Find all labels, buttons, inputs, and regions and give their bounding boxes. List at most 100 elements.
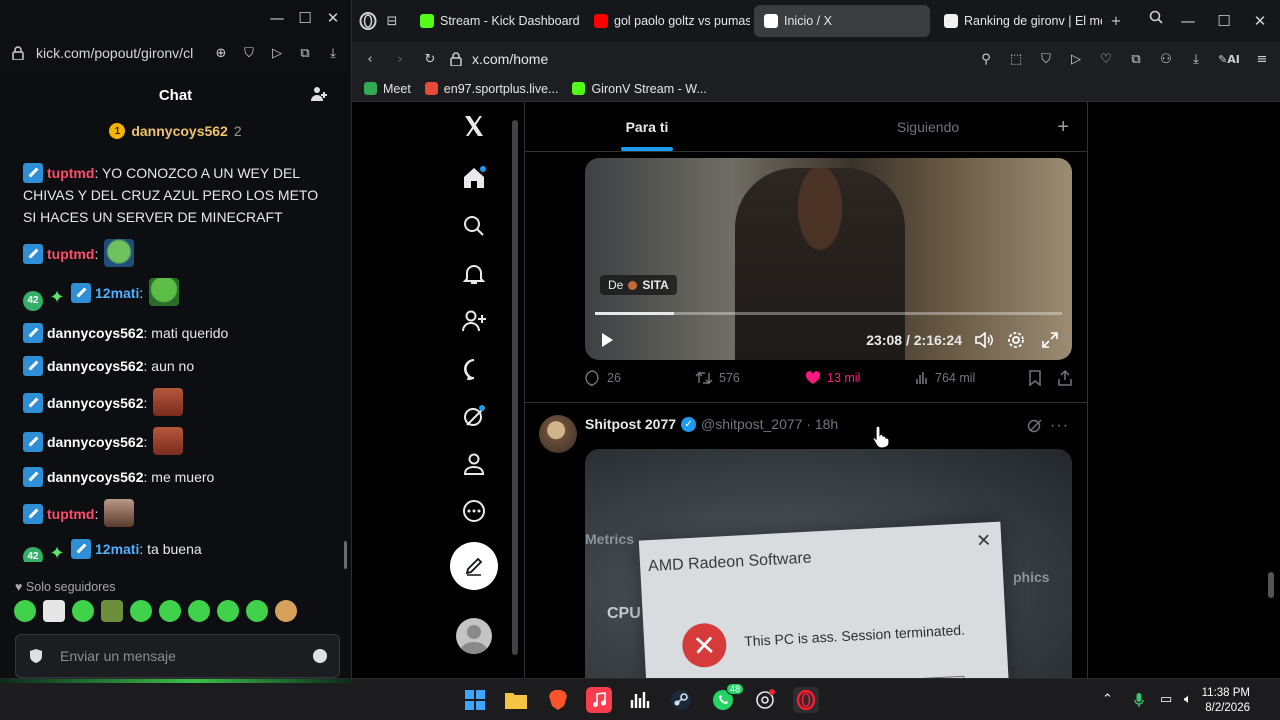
right-scrollbar[interactable] xyxy=(1268,572,1274,598)
address-text[interactable]: x.com/home xyxy=(472,51,548,67)
send-icon[interactable]: ▷ xyxy=(267,43,287,63)
chat-username[interactable]: 12mati xyxy=(95,541,139,557)
bookmark-icon[interactable] xyxy=(1028,370,1042,386)
browser-tab[interactable]: Ranking de gironv | El me xyxy=(934,5,1102,37)
emote-hand[interactable] xyxy=(43,600,65,622)
chat-username[interactable]: dannycoys562 xyxy=(47,395,144,411)
emote-wink[interactable] xyxy=(246,600,268,622)
compose-button[interactable] xyxy=(450,542,498,590)
gamepad-icon[interactable]: ⊟ xyxy=(382,11,402,31)
maximize-button[interactable]: ☐ xyxy=(291,4,319,32)
add-tab-icon[interactable]: + xyxy=(1057,116,1069,139)
search-icon[interactable] xyxy=(460,212,488,240)
minimize-button[interactable]: — xyxy=(263,4,291,32)
chat-username[interactable]: 12mati xyxy=(95,285,139,301)
like-button[interactable]: 13 mil xyxy=(805,370,915,386)
video-progress-bar[interactable] xyxy=(595,312,1062,315)
pin-icon[interactable]: ⚲ xyxy=(976,49,996,69)
home-icon[interactable] xyxy=(460,164,488,192)
chat-username[interactable]: dannycoys562 xyxy=(47,469,144,485)
post-media[interactable]: Metrics CPU phics AMD Radeon Software ✕ … xyxy=(585,449,1072,689)
back-icon[interactable]: ‹ xyxy=(360,49,380,69)
start-icon[interactable] xyxy=(462,687,488,713)
browser-tab[interactable]: Stream - Kick Dashboard xyxy=(410,5,580,37)
post-item[interactable]: Shitpost 2077 ✓ @shitpost_2077 · 18h ···… xyxy=(525,402,1087,689)
bookmark-item[interactable]: GironV Stream - W... xyxy=(572,82,707,96)
browser-tab[interactable]: Inicio / X xyxy=(754,5,930,37)
maximize-button[interactable]: ☐ xyxy=(1210,7,1238,35)
pinned-gifter[interactable]: 1 dannycoys562 2 xyxy=(0,116,351,146)
chat-message-input[interactable] xyxy=(60,648,297,664)
network-icon[interactable]: ▭ xyxy=(1160,692,1172,707)
shield-icon[interactable]: ⛉ xyxy=(239,43,259,63)
notifications-icon[interactable] xyxy=(460,260,488,288)
download-icon[interactable]: ⤓ xyxy=(1186,49,1206,69)
more-icon[interactable] xyxy=(460,497,488,525)
opera-icon[interactable] xyxy=(358,11,378,31)
reload-icon[interactable]: ↻ xyxy=(420,49,440,69)
emote-ghost[interactable] xyxy=(130,600,152,622)
shield-icon[interactable]: ⛉ xyxy=(1036,49,1056,69)
extensions-icon[interactable]: ⧉ xyxy=(295,43,315,63)
zoom-icon[interactable]: ⊕ xyxy=(211,43,231,63)
minimize-button[interactable]: — xyxy=(1174,7,1202,35)
search-icon[interactable] xyxy=(1146,7,1166,27)
follow-icon[interactable] xyxy=(460,307,488,335)
avatar[interactable] xyxy=(456,618,492,654)
emote-pepe[interactable] xyxy=(14,600,36,622)
share-icon[interactable] xyxy=(1058,370,1072,386)
tab-for-you[interactable]: Para ti xyxy=(525,102,769,151)
emote-box[interactable] xyxy=(101,600,123,622)
menu-icon[interactable]: ≡ xyxy=(1252,49,1272,69)
brave-icon[interactable] xyxy=(545,687,571,713)
more-options-icon[interactable]: ··· xyxy=(1050,417,1069,435)
whatsapp-icon[interactable]: 48 xyxy=(710,683,744,713)
bookmark-item[interactable]: en97.sportplus.live... xyxy=(424,82,558,96)
chat-username[interactable]: tuptmd xyxy=(47,246,94,262)
chat-username[interactable]: dannycoys562 xyxy=(47,358,144,374)
emoji-icon[interactable] xyxy=(313,649,327,663)
bookmark-item[interactable]: Meet xyxy=(364,82,411,96)
chat-username[interactable]: tuptmd xyxy=(47,165,94,181)
left-url-text[interactable]: kick.com/popout/gironv/cl xyxy=(36,45,203,61)
chat-emote[interactable] xyxy=(104,499,135,527)
profile-icon[interactable]: ⚇ xyxy=(1156,49,1176,69)
address-bar[interactable]: x.com/home xyxy=(450,51,966,67)
reply-button[interactable]: 26 xyxy=(585,370,695,386)
post-author-handle[interactable]: @shitpost_2077 · 18h xyxy=(701,416,838,432)
emote-smile[interactable] xyxy=(159,600,181,622)
chat-emote[interactable] xyxy=(104,239,135,267)
file-explorer-icon[interactable] xyxy=(503,687,529,713)
users-icon[interactable] xyxy=(311,86,329,106)
opera-taskbar-icon[interactable] xyxy=(793,687,819,713)
emote-skull[interactable] xyxy=(188,600,210,622)
heart-icon[interactable]: ♡ xyxy=(1096,49,1116,69)
music-icon[interactable] xyxy=(586,687,612,713)
video-player[interactable]: De SITA 23:08 / 2:16:24 xyxy=(585,158,1072,360)
forward-icon[interactable]: › xyxy=(390,49,410,69)
x-logo-icon[interactable] xyxy=(460,112,488,140)
volume-icon[interactable]: 🔈︎ xyxy=(1184,692,1192,707)
chat-scrollbar[interactable] xyxy=(344,541,347,569)
repost-button[interactable]: 576 xyxy=(695,370,805,386)
snapshot-icon[interactable]: ⬚ xyxy=(1006,49,1026,69)
messages-icon[interactable] xyxy=(460,355,488,383)
audio-meter-icon[interactable] xyxy=(627,687,653,713)
video-source-label[interactable]: De SITA xyxy=(600,275,677,295)
chatgpt-icon[interactable] xyxy=(752,687,778,713)
tray-expand-icon[interactable]: ⌃ xyxy=(1102,692,1113,707)
tab-following[interactable]: Siguiendo xyxy=(769,102,1087,151)
fullscreen-icon[interactable] xyxy=(1040,330,1060,350)
close-button[interactable]: ✕ xyxy=(1246,7,1274,35)
play-icon[interactable] xyxy=(597,330,617,350)
grok-icon[interactable] xyxy=(460,402,488,430)
chat-username[interactable]: dannycoys562 xyxy=(47,325,144,341)
extensions-icon[interactable]: ⧉ xyxy=(1126,49,1146,69)
grok-icon[interactable] xyxy=(1027,417,1043,433)
microphone-icon[interactable] xyxy=(1134,692,1144,712)
send-icon[interactable]: ▷ xyxy=(1066,49,1086,69)
clock[interactable]: 11:38 PM 8/2/2026 xyxy=(1202,686,1250,716)
download-icon[interactable]: ⤓ xyxy=(323,43,343,63)
steam-icon[interactable] xyxy=(668,687,694,713)
volume-icon[interactable] xyxy=(974,330,994,350)
